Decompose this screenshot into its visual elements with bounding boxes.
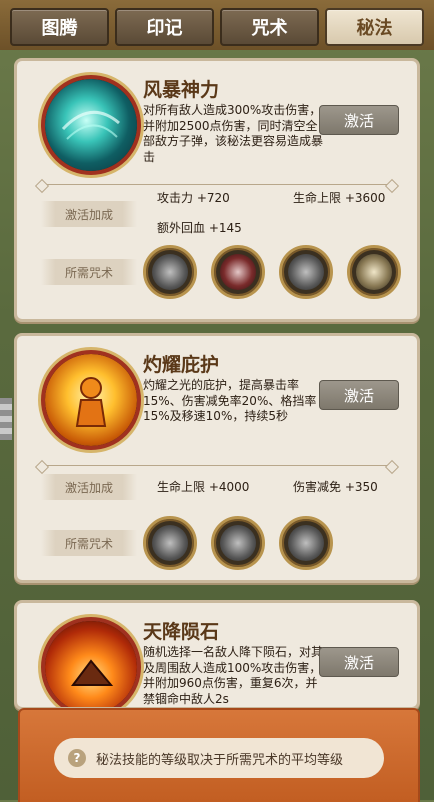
tip-text: 秘法技能的等级取决于所需咒术的平均等级: [96, 752, 344, 768]
feather-wing-icon[interactable]: [211, 516, 265, 570]
skill-description: 灼耀之光的庇护，提高暴击率15%、伤害减免率20%、格挡率15%及移速10%，持…: [143, 378, 317, 423]
question-icon[interactable]: ?: [68, 749, 86, 767]
meteor-icon: [41, 617, 141, 707]
skill-title: 灼耀庇护: [143, 354, 220, 376]
skill-card-blazing-shield: 灼耀庇护 灼耀之光的庇护，提高暴击率15%、伤害减免率20%、格挡率15%及移速…: [14, 333, 420, 583]
skill-card-storm-power: 风暴神力 对所有敌人造成300%攻击伤害，并附加2500点伤害，同时清空全部敌方…: [14, 58, 420, 322]
blazing-guardian-icon: [41, 350, 141, 450]
skill-title: 天降陨石: [143, 621, 220, 643]
tab-curse[interactable]: 咒术: [220, 8, 319, 46]
tab-bar: 图腾 印记 咒术 秘法: [0, 0, 434, 50]
skill-card-meteor: 天降陨石 随机选择一名敌人降下陨石，对其及周围敌人造成100%攻击伤害，并附加9…: [14, 600, 420, 710]
light-burst-icon[interactable]: [347, 245, 401, 299]
tab-mark[interactable]: 印记: [115, 8, 214, 46]
bonus-label: 激活加成: [41, 474, 137, 500]
activate-button[interactable]: 激活: [319, 647, 399, 677]
storm-wing-icon[interactable]: [279, 245, 333, 299]
serpent-coil-icon[interactable]: [279, 516, 333, 570]
activate-button[interactable]: 激活: [319, 105, 399, 135]
bonus-label: 激活加成: [41, 201, 137, 227]
bonus-regen: 额外回血 +145: [157, 221, 242, 235]
skill-description: 对所有敌人造成300%攻击伤害，并附加2500点伤害，同时清空全部敌方子弹，该秘…: [143, 103, 324, 164]
divider: [37, 459, 400, 475]
bonus-attack: 攻击力 +720: [157, 191, 230, 205]
side-scroll-marker: [0, 398, 12, 440]
skill-description: 随机选择一名敌人降下陨石，对其及周围敌人造成100%攻击伤害，并附加960点伤害…: [143, 645, 324, 706]
footer-banner: ? 秘法技能的等级取决于所需咒术的平均等级: [18, 708, 420, 802]
spells-label: 所需咒术: [41, 259, 137, 285]
tab-secret-art[interactable]: 秘法: [325, 8, 424, 46]
divider: [37, 178, 400, 194]
bonus-max-hp: 生命上限 +4000: [157, 480, 250, 494]
bonus-damage-reduction: 伤害减免 +350: [293, 480, 378, 494]
skill-title: 风暴神力: [143, 79, 220, 101]
wolf-head-icon[interactable]: [143, 516, 197, 570]
bonus-max-hp: 生命上限 +3600: [293, 191, 386, 205]
crimson-claw-icon[interactable]: [211, 245, 265, 299]
activate-button[interactable]: 激活: [319, 380, 399, 410]
spells-label: 所需咒术: [41, 530, 137, 556]
storm-vortex-icon: [41, 75, 141, 175]
tab-totem[interactable]: 图腾: [10, 8, 109, 46]
tip-pill: ? 秘法技能的等级取决于所需咒术的平均等级: [54, 738, 384, 778]
beast-fang-icon[interactable]: [143, 245, 197, 299]
